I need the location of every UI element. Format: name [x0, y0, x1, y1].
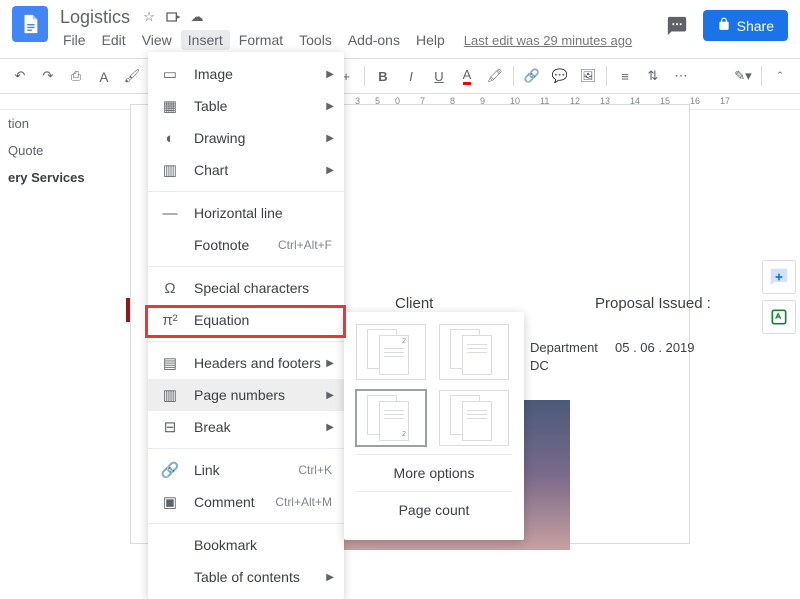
menu-item-link[interactable]: 🔗LinkCtrl+K	[148, 454, 344, 486]
header-icon: ▤	[160, 353, 180, 373]
menu-item-comment[interactable]: ▣CommentCtrl+Alt+M	[148, 486, 344, 518]
link-icon: 🔗	[160, 460, 180, 480]
menu-item-special-chars[interactable]: ΩSpecial characters	[148, 272, 344, 304]
doc-client-line2: DC	[530, 358, 549, 373]
pagenum-icon: ▥	[160, 385, 180, 405]
share-label: Share	[737, 18, 774, 34]
pagenum-option-top-right-skip-first[interactable]	[439, 324, 509, 380]
more-icon[interactable]: ⋯	[669, 64, 693, 88]
menu-format[interactable]: Format	[232, 30, 290, 50]
submenu-arrow-icon: ▶	[326, 69, 334, 80]
toc-icon	[160, 567, 180, 587]
italic-icon[interactable]: I	[399, 64, 423, 88]
underline-icon[interactable]: U	[427, 64, 451, 88]
redo-icon[interactable]: ↷	[36, 64, 60, 88]
undo-icon[interactable]: ↶	[8, 64, 32, 88]
menu-item-break[interactable]: ⊟Break▶	[148, 411, 344, 443]
collapse-icon[interactable]: ˆ	[768, 64, 792, 88]
submenu-arrow-icon: ▶	[326, 422, 334, 433]
insert-image-icon[interactable]: 🖼	[576, 64, 600, 88]
insert-link-icon[interactable]: 🔗	[520, 64, 544, 88]
submenu-arrow-icon: ▶	[326, 358, 334, 369]
bold-icon[interactable]: B	[371, 64, 395, 88]
menu-item-footnote[interactable]: FootnoteCtrl+Alt+F	[148, 229, 344, 261]
pagenum-option-top-right[interactable]: 2	[356, 324, 426, 380]
doc-proposal-label: Proposal Issued :	[595, 295, 711, 312]
share-button[interactable]: Share	[703, 10, 788, 41]
print-icon[interactable]: ⎙	[64, 64, 88, 88]
chart-icon: ▥	[160, 160, 180, 180]
menu-item-chart[interactable]: ▥Chart▶	[148, 154, 344, 186]
outline-item[interactable]: tion	[0, 110, 120, 137]
doc-client-label: Client	[395, 295, 433, 312]
menu-item-drawing[interactable]: ◐Drawing▶	[148, 122, 344, 154]
menu-item-headers-footers[interactable]: ▤Headers and footers▶	[148, 347, 344, 379]
break-icon: ⊟	[160, 417, 180, 437]
pi-icon: π²	[160, 310, 180, 330]
pagenum-page-count[interactable]: Page count	[356, 491, 512, 528]
menu-file[interactable]: File	[56, 30, 93, 50]
menu-item-toc[interactable]: Table of contents▶	[148, 561, 344, 593]
insert-comment-icon[interactable]: 💬	[548, 64, 572, 88]
drawing-icon: ◐	[160, 128, 180, 148]
menu-item-equation[interactable]: π²Equation	[148, 304, 344, 336]
menu-bar: File Edit View Insert Format Tools Add-o…	[56, 28, 663, 52]
insert-menu-dropdown: ▭Image▶ ▦Table▶ ◐Drawing▶ ▥Chart▶ ―Horiz…	[148, 52, 344, 599]
menu-help[interactable]: Help	[409, 30, 452, 50]
hr-icon: ―	[160, 203, 180, 223]
menu-item-bookmark[interactable]: Bookmark	[148, 529, 344, 561]
submenu-arrow-icon: ▶	[326, 133, 334, 144]
pagenum-option-bottom-right[interactable]: 2	[356, 390, 426, 446]
toolbar: ↶ ↷ ⎙ Ａ 🖌 1 − 13 + B I U A 🖍 🔗 💬 🖼 ≡ ⇅ ⋯…	[0, 58, 800, 94]
pagenum-more-options[interactable]: More options	[356, 454, 512, 491]
last-edit-link[interactable]: Last edit was 29 minutes ago	[464, 33, 632, 48]
paint-format-icon[interactable]: 🖌	[120, 64, 144, 88]
suggest-edits-icon[interactable]	[762, 300, 796, 334]
omega-icon: Ω	[160, 278, 180, 298]
menu-item-table[interactable]: ▦Table▶	[148, 90, 344, 122]
line-spacing-icon[interactable]: ⇅	[641, 64, 665, 88]
docs-app-icon[interactable]	[12, 6, 48, 42]
menu-item-image[interactable]: ▭Image▶	[148, 58, 344, 90]
menu-view[interactable]: View	[135, 30, 179, 50]
table-icon: ▦	[160, 96, 180, 116]
bookmark-icon	[160, 535, 180, 555]
comment-icon: ▣	[160, 492, 180, 512]
submenu-arrow-icon: ▶	[326, 390, 334, 401]
image-icon: ▭	[160, 64, 180, 84]
menu-insert[interactable]: Insert	[181, 30, 230, 50]
submenu-arrow-icon: ▶	[326, 572, 334, 583]
highlight-icon[interactable]: 🖍	[483, 64, 507, 88]
menu-item-hr[interactable]: ―Horizontal line	[148, 197, 344, 229]
lock-icon	[717, 17, 731, 34]
menu-tools[interactable]: Tools	[292, 30, 339, 50]
text-color-icon[interactable]: A	[455, 64, 479, 88]
menu-edit[interactable]: Edit	[95, 30, 133, 50]
outline-item[interactable]: Quote	[0, 137, 120, 164]
doc-date: 05 . 06 . 2019	[615, 340, 695, 355]
outline-item[interactable]: ery Services	[0, 164, 120, 191]
submenu-arrow-icon: ▶	[326, 165, 334, 176]
add-comment-icon[interactable]	[762, 260, 796, 294]
submenu-arrow-icon: ▶	[326, 101, 334, 112]
document-title[interactable]: Logistics	[56, 7, 134, 28]
menu-addons[interactable]: Add-ons	[341, 30, 407, 50]
spellcheck-icon[interactable]: Ａ	[92, 64, 116, 88]
pagenum-option-bottom-right-skip-first[interactable]	[439, 390, 509, 446]
footnote-icon	[160, 235, 180, 255]
page-numbers-submenu: 2 2 More options Page count	[344, 312, 524, 540]
menu-item-page-numbers[interactable]: ▥Page numbers▶	[148, 379, 344, 411]
star-icon[interactable]: ☆	[140, 8, 158, 26]
move-icon[interactable]	[164, 8, 182, 26]
doc-client-line1: Department	[530, 340, 598, 355]
open-comments-icon[interactable]	[663, 12, 691, 40]
title-bar: Logistics ☆ ☁ File Edit View Insert Form…	[0, 0, 800, 58]
align-icon[interactable]: ≡	[613, 64, 637, 88]
document-outline: tion Quote ery Services	[0, 110, 120, 191]
cloud-icon[interactable]: ☁	[188, 8, 206, 26]
editing-mode-icon[interactable]: ✎▾	[731, 64, 755, 88]
